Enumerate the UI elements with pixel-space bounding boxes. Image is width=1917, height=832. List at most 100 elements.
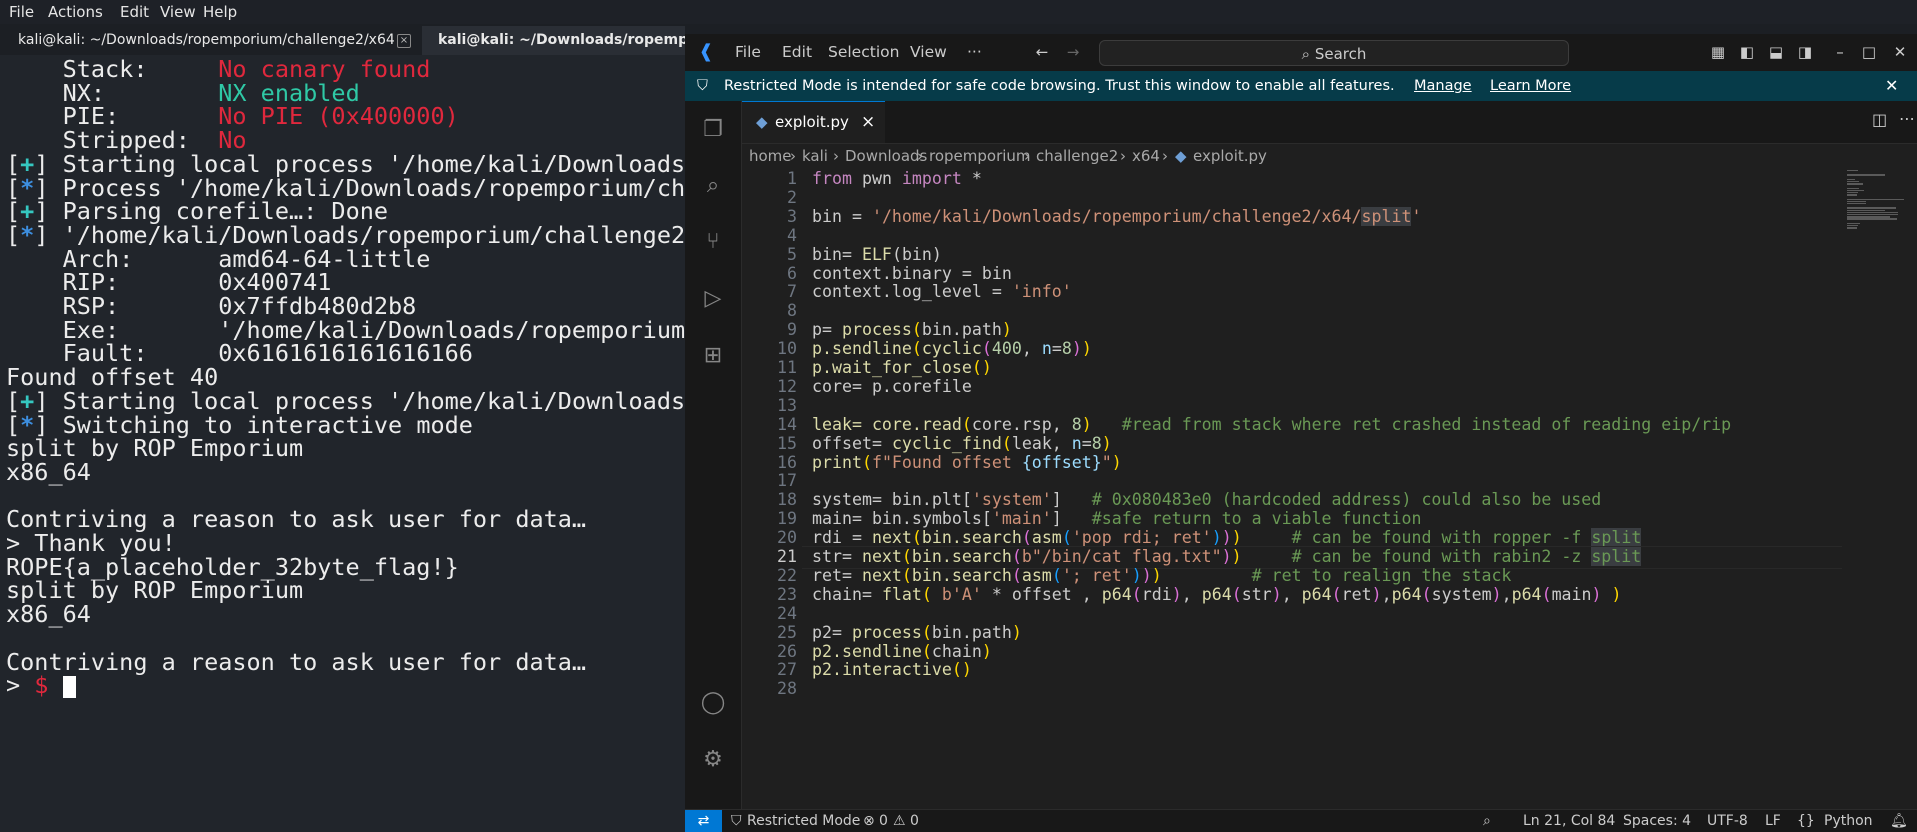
code-line[interactable]: chain= flat( b'A' * offset , p64(rdi), p… bbox=[812, 583, 1622, 606]
code-line[interactable]: from pwn import * bbox=[812, 168, 982, 190]
code-token: ( bbox=[861, 452, 872, 472]
code-line[interactable]: core= p.corefile bbox=[812, 375, 972, 398]
menu-edit[interactable]: Edit bbox=[782, 43, 812, 61]
code-token: context.log_level = bbox=[812, 282, 1012, 302]
end-of-line[interactable]: LF bbox=[1765, 810, 1781, 832]
code-token: () bbox=[951, 660, 972, 680]
terminal-cursor bbox=[62, 675, 76, 698]
terminal-menubar: File Actions Edit View Help bbox=[0, 0, 1917, 24]
language-mode[interactable]: Python bbox=[1824, 810, 1873, 832]
code-editor[interactable]: 1 from pwn import * 2 3 bin = '/home/kali/Do… bbox=[742, 168, 1917, 809]
menu-actions[interactable]: Actions bbox=[48, 3, 103, 21]
code-line[interactable]: p2.interactive() bbox=[812, 658, 972, 681]
tab-exploit-py[interactable]: ◆ exploit.py × bbox=[742, 101, 885, 143]
forward-arrow-icon[interactable]: → bbox=[1063, 42, 1083, 62]
learn-more-link[interactable]: Learn More bbox=[1490, 71, 1571, 101]
manage-link[interactable]: Manage bbox=[1414, 71, 1472, 101]
terminal-tab-1[interactable]: kali@kali: ~/Downloads/ropemporium/chall… bbox=[0, 26, 420, 55]
code-token: ret bbox=[1341, 584, 1372, 604]
split-editor-icon[interactable]: ◫ bbox=[1872, 110, 1887, 129]
menu-view[interactable]: View bbox=[160, 3, 196, 21]
close-window-icon[interactable]: ✕ bbox=[1890, 42, 1910, 62]
toggle-primary-sidebar-icon[interactable]: ◧ bbox=[1737, 42, 1757, 62]
menu-selection[interactable]: Selection bbox=[828, 43, 899, 61]
menu-file[interactable]: File bbox=[735, 43, 761, 61]
explorer-icon[interactable]: ❐ bbox=[698, 115, 728, 145]
breadcrumb-item[interactable]: kali bbox=[802, 144, 828, 168]
chevron-right-icon: › bbox=[1120, 147, 1126, 165]
breadcrumb-item[interactable]: ropemporium bbox=[929, 144, 1031, 168]
code-token: () bbox=[971, 358, 992, 377]
more-actions-icon[interactable]: ⋯ bbox=[1899, 109, 1915, 128]
minimap-line bbox=[1847, 192, 1859, 194]
minimap-line bbox=[1847, 189, 1865, 192]
code-token: , bbox=[1501, 584, 1512, 604]
remote-indicator-icon[interactable]: ⇄ bbox=[685, 810, 722, 832]
breadcrumb-item[interactable]: challenge2 bbox=[1036, 144, 1118, 168]
code-token: ) bbox=[1371, 584, 1382, 604]
close-icon[interactable]: × bbox=[861, 102, 875, 142]
extensions-icon[interactable]: ⊞ bbox=[698, 341, 728, 371]
error-icon: ⊗ bbox=[863, 813, 875, 829]
command-center-search[interactable]: ⌕ Search bbox=[1099, 40, 1569, 66]
search-label: Search bbox=[1314, 45, 1367, 63]
terminal-text: x86_64 bbox=[6, 457, 91, 486]
toggle-secondary-sidebar-icon[interactable]: ◨ bbox=[1795, 42, 1815, 62]
encoding[interactable]: UTF-8 bbox=[1707, 810, 1748, 832]
zoom-icon[interactable]: ⌕ bbox=[1483, 810, 1491, 832]
minimap-line bbox=[1847, 181, 1860, 183]
toggle-panel-icon[interactable]: ⬓ bbox=[1766, 42, 1786, 62]
code-token: n bbox=[1041, 339, 1052, 359]
run-debug-icon[interactable]: ▷ bbox=[698, 284, 728, 314]
language-braces: {} bbox=[1797, 813, 1815, 829]
code-token: p64 bbox=[1391, 584, 1422, 604]
code-line[interactable]: print(f"Found offset {offset}") bbox=[812, 451, 1122, 474]
indentation[interactable]: Spaces: 4 bbox=[1623, 810, 1691, 832]
menu-help[interactable]: Help bbox=[203, 3, 237, 21]
code-token: , bbox=[1381, 584, 1392, 604]
breadcrumb-item[interactable]: x64 bbox=[1132, 144, 1160, 168]
minimap-line bbox=[1847, 203, 1867, 205]
code-token: 400 bbox=[991, 339, 1022, 359]
shield-icon: ⛉ bbox=[731, 813, 742, 829]
close-icon[interactable]: × bbox=[397, 34, 411, 48]
breadcrumb-item[interactable]: exploit.py bbox=[1193, 144, 1267, 168]
minimap[interactable] bbox=[1847, 170, 1917, 290]
terminal-tab-2[interactable]: kali@kali: ~/Downloads/ropemporium/chall… bbox=[422, 26, 685, 55]
cursor-position[interactable]: Ln 21, Col 84 bbox=[1523, 810, 1615, 832]
terminal-output[interactable]: Stack: No canary found NX: NX enabled PI… bbox=[0, 58, 685, 832]
menu-more[interactable]: ··· bbox=[967, 43, 982, 61]
code-line[interactable]: bin = '/home/kali/Downloads/ropemporium/… bbox=[812, 205, 1421, 228]
code-line[interactable]: context.log_level = 'info' bbox=[812, 280, 1072, 303]
menu-view[interactable]: View bbox=[910, 43, 947, 61]
customize-layout-icon[interactable]: ▦ bbox=[1708, 42, 1728, 62]
close-icon[interactable]: ✕ bbox=[1885, 71, 1898, 101]
chevron-right-icon: › bbox=[1024, 147, 1030, 165]
code-token: ) bbox=[1591, 584, 1602, 604]
minimap-line bbox=[1847, 222, 1861, 225]
breadcrumb-item[interactable]: Downloads bbox=[845, 144, 927, 168]
terminal-text: Contriving a reason to ask user for data… bbox=[6, 647, 587, 676]
code-token: bin = bbox=[812, 206, 872, 226]
search-icon[interactable]: ⌕ bbox=[698, 171, 728, 201]
maximize-icon[interactable]: □ bbox=[1859, 42, 1879, 62]
back-arrow-icon[interactable]: ← bbox=[1032, 42, 1052, 62]
restricted-mode-status[interactable]: Restricted Mode bbox=[747, 810, 860, 832]
code-token: p2.interactive bbox=[812, 660, 952, 680]
chevron-right-icon: › bbox=[790, 147, 796, 165]
breadcrumb-item[interactable]: home bbox=[749, 144, 792, 168]
minimize-icon[interactable]: – bbox=[1830, 42, 1850, 62]
menu-edit[interactable]: Edit bbox=[120, 3, 149, 21]
code-token: ) bbox=[1491, 584, 1502, 604]
account-icon[interactable]: ◯ bbox=[698, 688, 728, 718]
notifications-bell-icon[interactable]: 🔔︎ bbox=[1890, 810, 1908, 832]
menu-file[interactable]: File bbox=[9, 3, 34, 21]
terminal-line: Contriving a reason to ask user for data… bbox=[6, 648, 586, 677]
code-token: {offset} bbox=[1021, 452, 1102, 472]
settings-gear-icon[interactable]: ⚙ bbox=[698, 745, 728, 775]
problems-count[interactable]: 0 bbox=[879, 810, 888, 832]
source-control-icon[interactable]: ⑂ bbox=[698, 227, 728, 257]
warnings-count[interactable]: 0 bbox=[910, 810, 919, 832]
